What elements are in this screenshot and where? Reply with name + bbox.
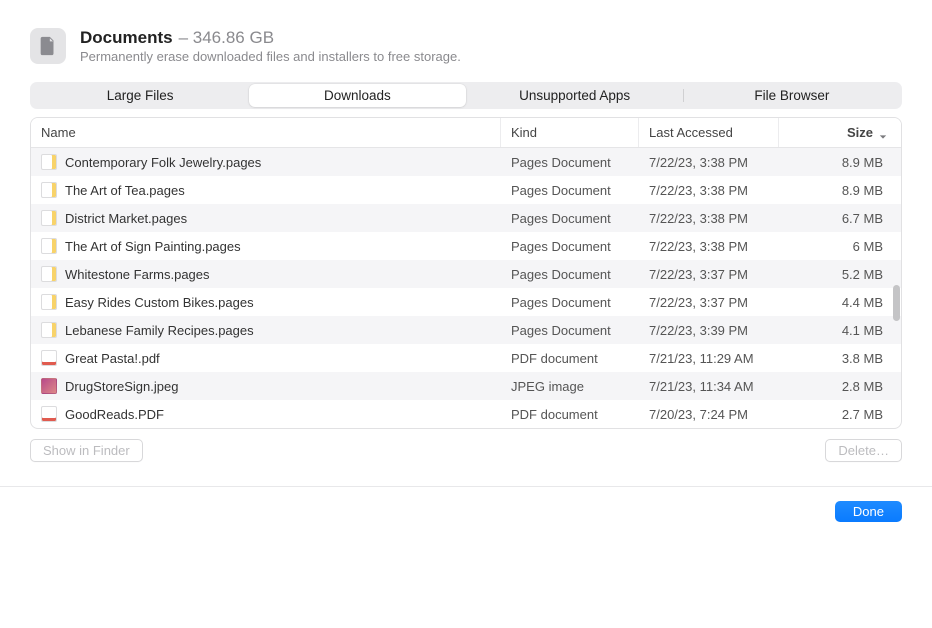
column-header-size[interactable]: Size [779,118,901,147]
table-row[interactable]: The Art of Tea.pages Pages Document7/22/2… [31,176,901,204]
file-size: 6 MB [779,233,901,260]
delete-button[interactable]: Delete… [825,439,902,462]
file-name: Contemporary Folk Jewelry.pages [65,155,261,170]
table-row[interactable]: DrugStoreSign.jpeg JPEG image7/21/23, 11:… [31,372,901,400]
file-icon [41,182,57,198]
file-last-accessed: 7/22/23, 3:38 PM [639,205,779,232]
header: Documents – 346.86 GB Permanently erase … [30,28,902,82]
table-row[interactable]: District Market.pages Pages Document7/22/… [31,204,901,232]
file-kind: Pages Document [501,317,639,344]
file-icon [41,154,57,170]
file-last-accessed: 7/21/23, 11:34 AM [639,373,779,400]
page-size: – 346.86 GB [179,28,274,48]
file-last-accessed: 7/22/23, 3:39 PM [639,317,779,344]
file-icon [41,378,57,394]
file-kind: PDF document [501,401,639,428]
file-icon [41,350,57,366]
tab-large-files[interactable]: Large Files [32,84,248,107]
file-kind: Pages Document [501,233,639,260]
file-size: 4.4 MB [779,289,901,316]
file-icon [41,210,57,226]
table-row[interactable]: Easy Rides Custom Bikes.pages Pages Docum… [31,288,901,316]
file-icon [41,266,57,282]
file-name: DrugStoreSign.jpeg [65,379,178,394]
file-kind: Pages Document [501,149,639,176]
page-title: Documents [80,28,173,48]
file-size: 4.1 MB [779,317,901,344]
tab-unsupported-apps[interactable]: Unsupported Apps [467,84,683,107]
file-icon [41,406,57,422]
documents-icon [30,28,66,64]
file-last-accessed: 7/22/23, 3:37 PM [639,261,779,288]
tab-downloads[interactable]: Downloads [249,84,465,107]
file-size: 2.7 MB [779,401,901,428]
file-name: The Art of Sign Painting.pages [65,239,241,254]
file-size: 8.9 MB [779,149,901,176]
file-kind: PDF document [501,345,639,372]
chevron-down-icon [879,129,887,137]
file-kind: Pages Document [501,261,639,288]
table-row[interactable]: The Art of Sign Painting.pages Pages Docu… [31,232,901,260]
file-icon [41,294,57,310]
file-last-accessed: 7/22/23, 3:37 PM [639,289,779,316]
file-name: District Market.pages [65,211,187,226]
table-row[interactable]: Lebanese Family Recipes.pages Pages Docum… [31,316,901,344]
file-kind: JPEG image [501,373,639,400]
file-name: GoodReads.PDF [65,407,164,422]
file-table: Name Kind Last Accessed Size Contemporar… [30,117,902,429]
file-name: The Art of Tea.pages [65,183,185,198]
file-last-accessed: 7/21/23, 11:29 AM [639,345,779,372]
file-size: 6.7 MB [779,205,901,232]
file-kind: Pages Document [501,289,639,316]
tab-file-browser[interactable]: File Browser [684,84,900,107]
table-row[interactable]: Contemporary Folk Jewelry.pages Pages Doc… [31,148,901,176]
file-kind: Pages Document [501,205,639,232]
file-size: 2.8 MB [779,373,901,400]
done-button[interactable]: Done [835,501,902,522]
file-last-accessed: 7/22/23, 3:38 PM [639,233,779,260]
scrollbar-thumb[interactable] [893,285,900,321]
file-name: Easy Rides Custom Bikes.pages [65,295,254,310]
file-kind: Pages Document [501,177,639,204]
file-last-accessed: 7/22/23, 3:38 PM [639,177,779,204]
segmented-control: Large FilesDownloadsUnsupported AppsFile… [30,82,902,109]
table-row[interactable]: GoodReads.PDF PDF document7/20/23, 7:24 P… [31,400,901,428]
file-last-accessed: 7/22/23, 3:38 PM [639,149,779,176]
file-name: Great Pasta!.pdf [65,351,160,366]
file-size: 5.2 MB [779,261,901,288]
table-row[interactable]: Great Pasta!.pdf PDF document7/21/23, 11:… [31,344,901,372]
file-size: 8.9 MB [779,177,901,204]
table-header: Name Kind Last Accessed Size [31,118,901,148]
file-icon [41,238,57,254]
file-name: Whitestone Farms.pages [65,267,210,282]
footer: Done [0,486,932,540]
file-last-accessed: 7/20/23, 7:24 PM [639,401,779,428]
column-header-kind[interactable]: Kind [501,118,639,147]
file-name: Lebanese Family Recipes.pages [65,323,254,338]
file-icon [41,322,57,338]
column-header-name[interactable]: Name [31,118,501,147]
table-body: Contemporary Folk Jewelry.pages Pages Doc… [31,148,901,428]
file-size: 3.8 MB [779,345,901,372]
show-in-finder-button[interactable]: Show in Finder [30,439,143,462]
column-header-last-accessed[interactable]: Last Accessed [639,118,779,147]
table-row[interactable]: Whitestone Farms.pages Pages Document7/22… [31,260,901,288]
page-subtitle: Permanently erase downloaded files and i… [80,49,461,64]
